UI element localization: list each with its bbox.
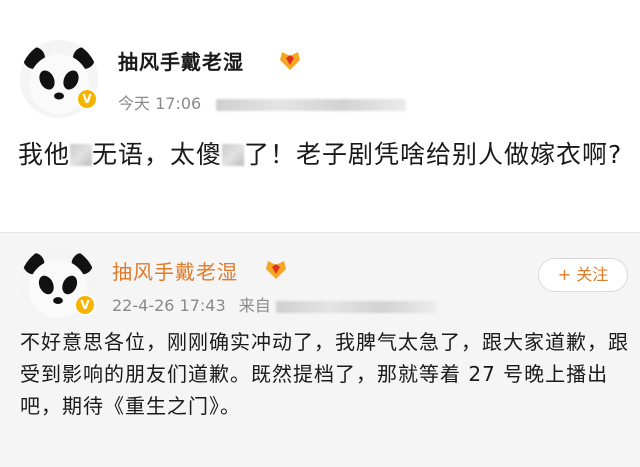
censor-block [222,144,245,166]
post-meta: 今天 17:06 [118,90,407,114]
repost-username[interactable]: 抽风手戴老湿 [112,256,238,285]
repost-time: 22-4-26 17:43 [112,296,226,315]
post-text: 我他 无语，太傻 了！老子剧凭啥给别人做嫁衣啊? [18,132,628,178]
post-text-part1: 我他 [18,140,71,169]
post-username[interactable]: 抽风手戴老湿 [118,46,244,75]
medal-badge-icon [266,261,286,279]
repost-meta: 22-4-26 17:43 来自 [112,292,436,316]
post-text-part3: 了！老子剧凭啥给别人做嫁衣啊? [244,140,623,169]
verified-v-icon: V [76,88,98,110]
follow-button[interactable]: + 关注 [538,258,628,292]
blurred-source [275,300,436,313]
repost-source-prefix: 来自 [238,296,271,315]
censor-block [70,144,93,166]
repost-text: 不好意思各位，刚刚确实冲动了，我脾气太急了，跟大家道歉，跟受到影响的朋友们道歉。… [20,330,629,418]
verified-v-icon: V [74,294,96,316]
post-text-part2: 无语，太傻 [92,140,223,169]
post-time: 今天 17:06 [118,94,202,113]
medal-badge-icon [280,52,300,70]
blurred-source [216,98,407,111]
original-post: V 抽风手戴老湿 今天 17:06 我他 无语，太傻 了！老子剧凭啥给别人做嫁衣啊? [0,0,640,232]
